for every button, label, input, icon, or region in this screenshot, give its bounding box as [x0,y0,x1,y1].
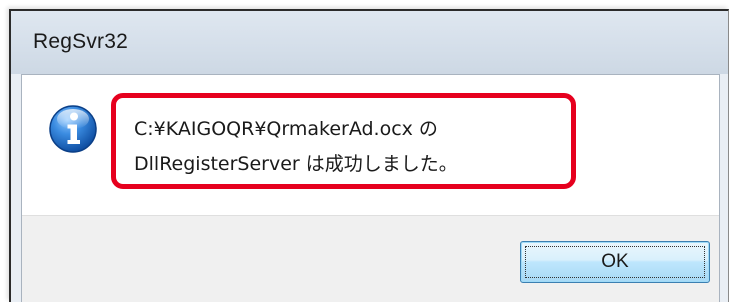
button-area: OK [22,215,719,302]
ok-button-label: OK [601,251,629,272]
message-area: C:¥KAIGOQR¥QrmakerAd.ocx の DllRegisterSe… [22,75,719,215]
ok-button[interactable]: OK [520,241,710,283]
regsvr32-dialog: RegSvr32 C:¥KAIGOQR¥QrmakerAd.ocx の DllR… [9,9,729,302]
screen: RegSvr32 C:¥KAIGOQR¥QrmakerAd.ocx の DllR… [0,0,729,302]
dialog-client-area: C:¥KAIGOQR¥QrmakerAd.ocx の DllRegisterSe… [21,74,720,302]
message-line-2: DllRegisterServer は成功しました。 [134,153,458,175]
dialog-title: RegSvr32 [33,30,128,53]
title-bar[interactable]: RegSvr32 [11,11,728,74]
information-icon [49,105,97,153]
message-line-1: C:¥KAIGOQR¥QrmakerAd.ocx の [134,118,438,140]
